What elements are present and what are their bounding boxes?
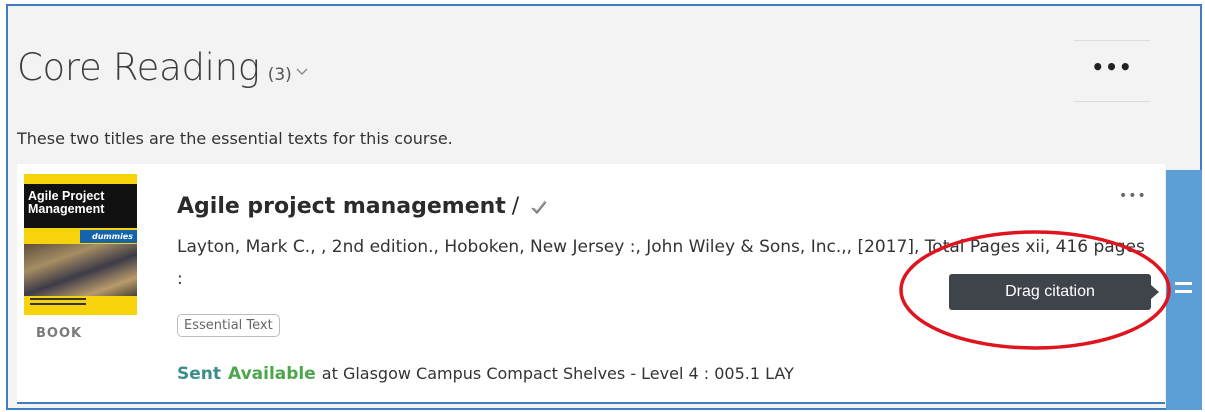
section-header: Core Reading (3) xyxy=(17,46,309,89)
status-sent[interactable]: Sent xyxy=(177,364,221,384)
availability-line: Sent Available at Glasgow Campus Compact S… xyxy=(177,364,794,384)
section-count: (3) xyxy=(267,65,292,85)
tooltip-arrow xyxy=(1151,285,1159,299)
section-more-label: ••• xyxy=(1091,55,1133,79)
essential-text-tag: Essential Text xyxy=(177,314,280,337)
status-available[interactable]: Available xyxy=(228,364,316,384)
location-text: at Glasgow Campus Compact Shelves - Leve… xyxy=(321,364,794,383)
cover-title: Agile Project Management xyxy=(24,184,137,228)
drag-handle[interactable] xyxy=(1166,170,1202,410)
chevron-down-icon[interactable] xyxy=(295,64,309,78)
book-cover[interactable]: Agile Project Management dummies xyxy=(24,174,137,315)
section-title: Core Reading xyxy=(17,46,260,89)
citation-more-button[interactable]: ••• xyxy=(1119,188,1147,204)
cover-brand: dummies xyxy=(80,230,137,243)
doc-type-label: BOOK xyxy=(36,326,83,341)
drag-citation-tooltip: Drag citation xyxy=(949,274,1151,310)
cover-photo xyxy=(24,244,137,296)
section-description: These two titles are the essential texts… xyxy=(17,129,453,148)
citation-title[interactable]: Agile project management xyxy=(177,194,506,219)
cover-authors xyxy=(30,298,90,310)
title-separator: / xyxy=(511,194,520,219)
citation-title-row: Agile project management / xyxy=(177,194,549,219)
section-more-button[interactable]: ••• xyxy=(1074,40,1150,102)
check-icon[interactable] xyxy=(529,197,549,217)
drag-handle-icon xyxy=(1175,282,1192,298)
